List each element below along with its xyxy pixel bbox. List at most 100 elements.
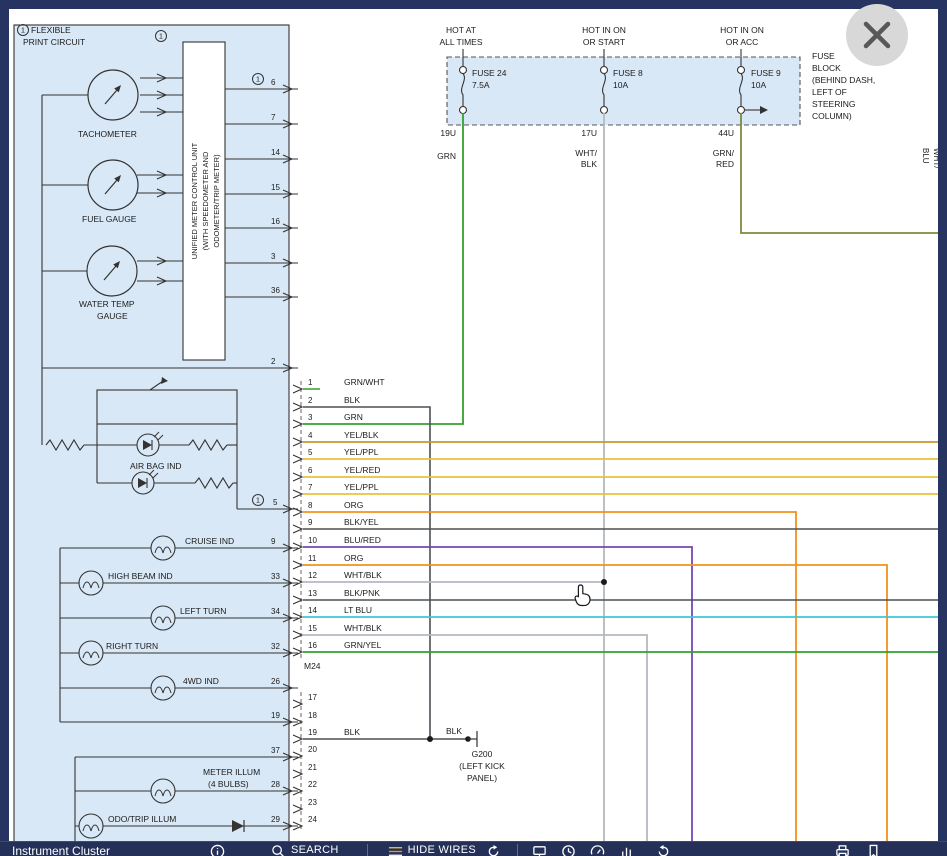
wires-icon xyxy=(388,844,403,856)
m24-row-8: 8 ORG xyxy=(293,500,363,516)
diagram-canvas[interactable]: 1 FLEXIBLE PRINT CIRCUIT TACHOMETER FUEL… xyxy=(0,0,947,856)
m24-row-9: 9BLK/YEL xyxy=(293,517,379,533)
wiring-diagram-window: 1 FLEXIBLE PRINT CIRCUIT TACHOMETER FUEL… xyxy=(0,0,947,856)
svg-text:FUSE 8: FUSE 8 xyxy=(613,68,643,78)
panel-title: FLEXIBLE xyxy=(31,25,71,35)
svg-text:5: 5 xyxy=(273,498,278,507)
svg-text:METER ILLUM: METER ILLUM xyxy=(203,767,260,777)
diagram-title-label: Instrument Cluster xyxy=(12,844,204,856)
svg-text:6: 6 xyxy=(308,466,313,475)
svg-text:7.5A: 7.5A xyxy=(472,80,490,90)
svg-text:10: 10 xyxy=(308,536,317,545)
svg-text:FUSE 24: FUSE 24 xyxy=(472,68,507,78)
svg-text:BLK/PNK: BLK/PNK xyxy=(344,588,380,598)
m24-row-13: 13 BLK/PNK xyxy=(293,588,380,604)
svg-text:6: 6 xyxy=(271,78,276,87)
gauge-icon[interactable] xyxy=(590,844,605,856)
svg-text:ODOMETER/TRIP METER): ODOMETER/TRIP METER) xyxy=(212,154,221,248)
svg-text:GRN: GRN xyxy=(437,151,456,161)
svg-text:10A: 10A xyxy=(613,80,628,90)
m24-row-11: 11ORG xyxy=(293,553,363,569)
clock-icon[interactable] xyxy=(561,844,576,856)
m24-row-14: 14LT BLU xyxy=(293,605,372,621)
rotate-icon[interactable] xyxy=(656,844,671,856)
svg-text:13: 13 xyxy=(308,589,317,598)
svg-text:3: 3 xyxy=(308,413,313,422)
svg-text:OR START: OR START xyxy=(583,37,625,47)
svg-text:WHT/BLK: WHT/BLK xyxy=(344,570,382,580)
m24-row-5: 5YEL/PPL xyxy=(293,447,379,463)
hide-wires-button[interactable]: HIDE WIRES xyxy=(388,844,476,856)
svg-text:(WITH SPEEDOMETER AND: (WITH SPEEDOMETER AND xyxy=(201,151,210,250)
close-button[interactable] xyxy=(846,4,908,66)
svg-text:PANEL): PANEL) xyxy=(467,773,497,783)
svg-text:24: 24 xyxy=(308,815,317,824)
svg-text:44U: 44U xyxy=(718,128,734,138)
m24-row-18: 18 xyxy=(293,711,317,726)
air-bag-label: AIR BAG IND xyxy=(130,461,181,471)
svg-text:8: 8 xyxy=(308,501,313,510)
svg-text:RIGHT TURN: RIGHT TURN xyxy=(106,641,158,651)
svg-text:4WD IND: 4WD IND xyxy=(183,676,219,686)
svg-text:TACHOMETER: TACHOMETER xyxy=(78,129,137,139)
chart-icon[interactable] xyxy=(619,844,634,856)
svg-text:7: 7 xyxy=(308,483,313,492)
m24-row-23: 23 xyxy=(293,798,317,813)
refresh-icon[interactable] xyxy=(486,844,501,856)
ground-g200: G200 (LEFT KICK PANEL) xyxy=(459,731,505,783)
svg-text:BLK: BLK xyxy=(344,727,360,737)
svg-text:STEERING: STEERING xyxy=(812,99,855,109)
svg-text:CRUISE IND: CRUISE IND xyxy=(185,536,234,546)
svg-text:16: 16 xyxy=(271,217,280,226)
junction-dot xyxy=(427,736,433,742)
search-button[interactable]: SEARCH xyxy=(271,844,339,856)
svg-text:YEL/BLK: YEL/BLK xyxy=(344,430,379,440)
wire-pin11-org xyxy=(303,565,887,841)
svg-text:ORG: ORG xyxy=(344,553,363,563)
svg-text:15: 15 xyxy=(271,183,280,192)
svg-text:GRN/YEL: GRN/YEL xyxy=(344,640,382,650)
svg-text:19U: 19U xyxy=(440,128,456,138)
m24-row-3: 3GRN xyxy=(293,412,363,428)
svg-text:RED: RED xyxy=(716,159,734,169)
svg-text:LEFT OF: LEFT OF xyxy=(812,87,847,97)
svg-text:WHT/BLK: WHT/BLK xyxy=(344,623,382,633)
bookmark-icon[interactable] xyxy=(866,844,881,856)
svg-text:37: 37 xyxy=(271,746,280,755)
svg-text:LEFT TURN: LEFT TURN xyxy=(180,606,226,616)
svg-text:19: 19 xyxy=(308,728,317,737)
svg-text:2: 2 xyxy=(271,357,276,366)
svg-text:UNIFIED METER CONTROL UNIT: UNIFIED METER CONTROL UNIT xyxy=(190,142,199,259)
svg-text:HIGH BEAM IND: HIGH BEAM IND xyxy=(108,571,173,581)
m24-row-15: 15WHT/BLK xyxy=(293,623,382,639)
svg-text:17: 17 xyxy=(308,693,317,702)
m24-row-2: 2BLK xyxy=(293,395,360,411)
svg-text:32: 32 xyxy=(271,642,280,651)
svg-text:BLU/RED: BLU/RED xyxy=(344,535,381,545)
svg-text:ORG: ORG xyxy=(344,500,363,510)
svg-text:WHT/: WHT/ xyxy=(575,148,597,158)
svg-text:(LEFT KICK: (LEFT KICK xyxy=(459,761,505,771)
power-distribution: HOT AT ALL TIMES HOT IN ON OR START HOT … xyxy=(437,25,875,169)
svg-text:G200: G200 xyxy=(472,749,493,759)
hand-cursor-icon xyxy=(575,585,590,606)
svg-text:OR ACC: OR ACC xyxy=(726,37,759,47)
info-icon[interactable] xyxy=(210,844,225,856)
m24-row-4: 4YEL/BLK xyxy=(293,430,379,446)
svg-text:GRN/: GRN/ xyxy=(713,148,735,158)
svg-text:(BEHIND DASH,: (BEHIND DASH, xyxy=(812,75,875,85)
print-icon[interactable] xyxy=(835,844,850,856)
wire-pin15-wht-blk xyxy=(303,635,647,841)
m24-row-10: 10 BLU/RED xyxy=(293,535,381,551)
svg-text:33: 33 xyxy=(271,572,280,581)
svg-text:14: 14 xyxy=(271,148,280,157)
svg-text:ALL TIMES: ALL TIMES xyxy=(440,37,483,47)
junction-dot xyxy=(601,579,607,585)
svg-text:FUSE: FUSE xyxy=(812,51,835,61)
svg-text:BLK: BLK xyxy=(344,395,360,405)
bottom-toolbar: Instrument Cluster SEARCH HIDE WIRES xyxy=(0,841,947,856)
svg-text:YEL/RED: YEL/RED xyxy=(344,465,380,475)
monitor-icon[interactable] xyxy=(532,844,547,856)
svg-text:HOT IN ON: HOT IN ON xyxy=(582,25,626,35)
svg-text:COLUMN): COLUMN) xyxy=(812,111,852,121)
